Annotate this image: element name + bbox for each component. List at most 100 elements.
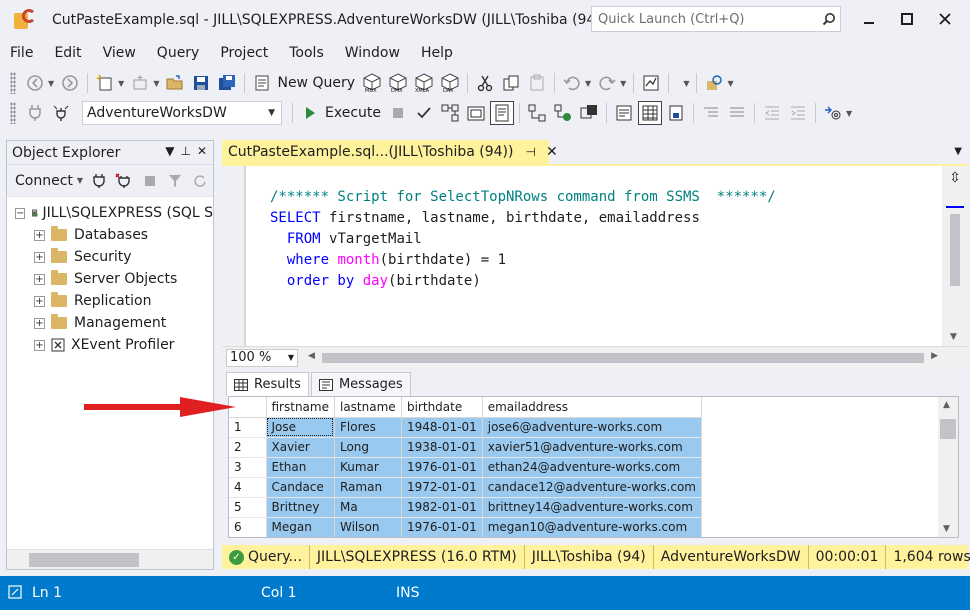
oe-refresh-icon[interactable] [189,169,212,193]
database-select[interactable]: AdventureWorksDW ▼ [82,101,282,125]
table-cell[interactable]: Candace [266,477,335,498]
table-cell[interactable]: ethan24@adventure-works.com [482,457,703,478]
table-cell[interactable]: xavier51@adventure-works.com [482,437,703,458]
table-cell[interactable]: Wilson [334,517,402,537]
display-plan-button[interactable] [438,101,462,125]
editor-vscroll-thumb[interactable] [950,214,960,286]
close-panel-icon[interactable]: ✕ [197,144,207,158]
paste-button[interactable] [525,71,549,95]
results-to-text-button[interactable] [612,101,636,125]
table-cell[interactable]: brittney14@adventure-works.com [482,497,703,518]
include-plan-button[interactable] [525,101,549,125]
tree-node-management[interactable]: + Management [7,312,213,334]
row-number[interactable]: 4 [229,477,267,498]
table-cell[interactable]: Kumar [334,457,402,478]
table-cell[interactable]: 1982-01-01 [401,497,483,518]
row-number[interactable]: 3 [229,457,267,478]
table-cell[interactable]: Megan [266,517,335,537]
menu-help[interactable]: Help [411,42,464,64]
dax-query-button[interactable]: DAX [438,71,462,95]
menu-file[interactable]: File [0,42,44,64]
change-connection-button[interactable] [49,101,73,125]
dmx-query-button[interactable]: DMX [386,71,410,95]
parse-button[interactable] [412,101,436,125]
table-cell[interactable]: 1976-01-01 [401,517,483,537]
menu-view[interactable]: View [93,42,147,64]
document-tab-cutpasteexample[interactable]: CutPasteExample.sql...(JILL\Toshiba (94)… [222,140,558,164]
tree-node-replication[interactable]: + Replication [7,290,213,312]
tab-list-dropdown-icon[interactable]: ▼ [954,146,962,157]
results-vscroll[interactable]: ▲ ▼ [938,397,958,537]
row-number[interactable]: 1 [229,417,267,438]
scroll-down-icon[interactable]: ▼ [943,524,950,534]
table-row[interactable]: 6 Megan Wilson 1976-01-01 megan10@advent… [229,517,703,537]
table-row[interactable]: 3 Ethan Kumar 1976-01-01 ethan24@adventu… [229,457,703,478]
increase-indent-button[interactable] [786,101,810,125]
scroll-right-icon[interactable]: ▶ [931,351,938,361]
toolbar-overflow-icon[interactable]: ▼ [727,79,733,88]
row-number[interactable]: 6 [229,517,267,537]
xmla-query-button[interactable]: XMLA [412,71,436,95]
table-cell[interactable]: 1948-01-01 [401,417,483,438]
row-number[interactable]: 5 [229,497,267,518]
zoom-select[interactable]: 100 % ▼ [226,348,298,367]
connect-button[interactable] [23,101,47,125]
minimize-button[interactable] [852,6,886,32]
tree-node-databases[interactable]: + Databases [7,224,213,246]
table-cell[interactable]: 1972-01-01 [401,477,483,498]
close-window-button[interactable] [928,6,962,32]
new-project-button[interactable] [93,71,117,95]
expand-icon[interactable]: + [34,317,45,329]
table-cell[interactable]: 1976-01-01 [401,457,483,478]
scroll-down-icon[interactable]: ▼ [950,332,957,342]
decrease-indent-button[interactable] [760,101,784,125]
split-window-icon[interactable]: ⇳ [946,169,964,187]
undo-button[interactable] [560,71,584,95]
table-cell[interactable]: Flores [334,417,402,438]
table-cell[interactable]: Ethan [266,457,335,478]
oe-filter-icon[interactable] [163,169,186,193]
oe-stop-icon[interactable] [138,169,161,193]
table-cell[interactable]: Long [334,437,402,458]
table-cell[interactable]: jose6@adventure-works.com [482,417,703,438]
intellisense-button[interactable] [490,101,514,125]
quick-launch-input[interactable] [592,8,818,30]
quick-launch-box[interactable] [591,6,841,32]
mdx-query-button[interactable]: MDX [360,71,384,95]
connect-dropdown[interactable]: Connect [15,173,73,189]
redo-button[interactable] [595,71,619,95]
new-query-button[interactable] [250,71,274,95]
table-cell[interactable]: Ma [334,497,402,518]
client-stats-button[interactable] [577,101,601,125]
back-dropdown-icon[interactable]: ▼ [48,79,54,88]
menu-tools[interactable]: Tools [279,42,335,64]
results-to-grid-button[interactable] [638,101,662,125]
query-editor[interactable]: /****** Script for SelectTopNRows comman… [222,164,968,346]
editor-hscroll-thumb[interactable] [322,352,924,363]
column-header[interactable]: lastname [334,397,402,418]
save-button[interactable] [189,71,213,95]
search-icon[interactable] [818,8,840,30]
tree-node-server-objects[interactable]: + Server Objects [7,268,213,290]
table-row[interactable]: 2 Xavier Long 1938-01-01 xavier51@advent… [229,437,703,458]
expand-icon[interactable]: + [34,339,45,351]
table-cell[interactable]: Raman [334,477,402,498]
results-grid[interactable]: firstname lastname birthdate emailaddres… [228,396,959,538]
tab-results[interactable]: Results [226,372,309,396]
close-tab-icon[interactable]: ✕ [546,144,558,160]
results-vscroll-thumb[interactable] [940,419,956,439]
tree-node-security[interactable]: + Security [7,246,213,268]
scroll-up-icon[interactable]: ▲ [943,400,950,410]
live-stats-button[interactable] [551,101,575,125]
add-item-button[interactable] [128,71,152,95]
table-cell[interactable]: 1938-01-01 [401,437,483,458]
table-row[interactable]: 4 Candace Raman 1972-01-01 candace12@adv… [229,477,703,498]
copy-button[interactable] [499,71,523,95]
activity-monitor-button[interactable] [639,71,663,95]
save-all-button[interactable] [215,71,239,95]
table-cell[interactable]: Xavier [266,437,335,458]
expand-icon[interactable]: + [34,229,45,241]
toolbar-grip[interactable] [10,72,16,94]
execute-label[interactable]: Execute [325,105,381,121]
specify-template-values-button[interactable] [821,101,845,125]
